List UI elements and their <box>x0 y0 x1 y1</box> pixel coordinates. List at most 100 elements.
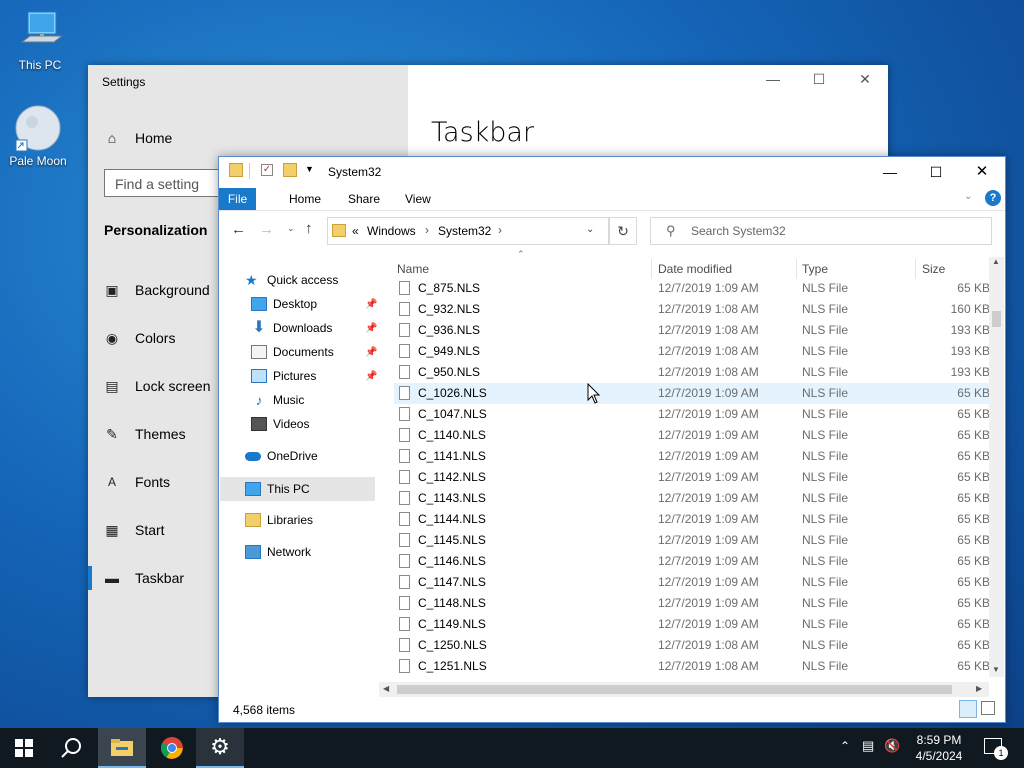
help-icon[interactable]: ? <box>985 190 1001 206</box>
nav-music[interactable]: ♪ Music <box>251 389 305 411</box>
breadcrumb-system32[interactable]: System32 <box>438 224 491 238</box>
search-button[interactable] <box>48 728 96 768</box>
pin-icon[interactable]: 📌 <box>365 347 377 358</box>
pin-icon[interactable]: 📌 <box>365 299 377 310</box>
expand-ribbon-chevron-icon[interactable]: ⌄ <box>964 191 972 202</box>
minimize-button[interactable]: — <box>867 159 913 185</box>
nav-quick-access[interactable]: ★ Quick access <box>245 269 338 291</box>
taskbar-chrome[interactable] <box>148 728 196 768</box>
desktop-icon-this-pc[interactable]: This PC <box>2 8 78 72</box>
column-size[interactable]: Size <box>922 259 945 279</box>
settings-item-background[interactable]: ▣ Background <box>104 278 209 302</box>
network-icon[interactable]: ▤ <box>862 738 874 754</box>
desktop-icon-pale-moon[interactable]: Pale Moon <box>0 104 76 168</box>
vertical-scrollbar-thumb[interactable] <box>992 311 1001 327</box>
pin-icon[interactable]: 📌 <box>365 323 377 334</box>
scroll-down-arrow-icon[interactable]: ▼ <box>992 665 1000 674</box>
table-row[interactable]: C_1141.NLS 12/7/2019 1:09 AM NLS File 65 KB <box>394 446 990 467</box>
nav-documents[interactable]: Documents <box>251 341 334 363</box>
new-folder-icon[interactable] <box>283 163 297 177</box>
horizontal-scrollbar-thumb[interactable] <box>397 685 952 694</box>
tab-home[interactable]: Home <box>279 188 331 210</box>
column-divider[interactable] <box>796 259 797 279</box>
scroll-left-arrow-icon[interactable]: ◀ <box>383 684 389 693</box>
start-button[interactable] <box>0 728 48 768</box>
quick-access-toolbar-dropdown[interactable]: ▼ <box>305 164 314 174</box>
settings-item-fonts[interactable]: A Fonts <box>104 470 170 494</box>
scroll-right-arrow-icon[interactable]: ▶ <box>976 684 982 693</box>
close-button[interactable]: ✕ <box>842 71 888 93</box>
nav-pictures[interactable]: Pictures <box>251 365 316 387</box>
nav-label: OneDrive <box>267 449 318 463</box>
forward-button[interactable]: → <box>259 221 274 238</box>
settings-item-themes[interactable]: ✎ Themes <box>104 422 185 446</box>
table-row[interactable]: C_1250.NLS 12/7/2019 1:08 AM NLS File 65 KB <box>394 635 990 656</box>
taskbar-settings[interactable]: ⚙ <box>196 728 244 768</box>
nav-this-pc[interactable]: This PC <box>245 478 310 500</box>
large-icons-view-button[interactable] <box>981 701 995 715</box>
table-row[interactable]: C_1142.NLS 12/7/2019 1:09 AM NLS File 65 KB <box>394 467 990 488</box>
table-row[interactable]: C_1145.NLS 12/7/2019 1:09 AM NLS File 65 KB <box>394 530 990 551</box>
table-row[interactable]: C_875.NLS 12/7/2019 1:09 AM NLS File 65 KB <box>394 278 990 299</box>
table-row[interactable]: C_949.NLS 12/7/2019 1:08 AM NLS File 193 KB <box>394 341 990 362</box>
nav-network[interactable]: Network <box>245 541 311 563</box>
file-explorer-window[interactable]: ✓ ▼ System32 — ☐ ✕ File Home Share View … <box>218 156 1006 723</box>
clock[interactable]: 8:59 PM 4/5/2024 <box>910 732 968 764</box>
column-divider[interactable] <box>651 259 652 279</box>
table-row[interactable]: C_1047.NLS 12/7/2019 1:09 AM NLS File 65 KB <box>394 404 990 425</box>
table-row[interactable]: C_1146.NLS 12/7/2019 1:09 AM NLS File 65 KB <box>394 551 990 572</box>
table-row[interactable]: C_1144.NLS 12/7/2019 1:09 AM NLS File 65 KB <box>394 509 990 530</box>
settings-item-colors[interactable]: ◉ Colors <box>104 326 176 350</box>
nav-onedrive[interactable]: OneDrive <box>245 445 318 467</box>
maximize-button[interactable]: ☐ <box>796 71 842 93</box>
tab-share[interactable]: Share <box>338 188 390 210</box>
maximize-button[interactable]: ☐ <box>913 159 959 185</box>
table-row[interactable]: C_932.NLS 12/7/2019 1:08 AM NLS File 160 KB <box>394 299 990 320</box>
nav-downloads[interactable]: ⬇ Downloads <box>251 317 332 339</box>
table-row[interactable]: C_1140.NLS 12/7/2019 1:09 AM NLS File 65 KB <box>394 425 990 446</box>
properties-icon[interactable]: ✓ <box>261 164 273 176</box>
column-name[interactable]: Name <box>397 259 429 279</box>
table-row[interactable]: C_1251.NLS 12/7/2019 1:08 AM NLS File 65 KB <box>394 656 990 677</box>
settings-item-taskbar[interactable]: ▬ Taskbar <box>104 566 184 590</box>
column-date-modified[interactable]: Date modified <box>658 259 732 279</box>
settings-item-lock-screen[interactable]: ▤ Lock screen <box>104 374 210 398</box>
settings-item-start[interactable]: ▦ Start <box>104 518 164 542</box>
column-type[interactable]: Type <box>802 259 828 279</box>
address-overflow[interactable]: « <box>352 224 359 238</box>
refresh-button[interactable]: ↻ <box>609 217 637 245</box>
address-bar[interactable]: « Windows › System32 › ⌄ <box>327 217 609 245</box>
breadcrumb-windows[interactable]: Windows <box>367 224 416 238</box>
nav-libraries[interactable]: Libraries <box>245 509 313 531</box>
table-row[interactable]: C_1143.NLS 12/7/2019 1:09 AM NLS File 65 KB <box>394 488 990 509</box>
file-type: NLS File <box>802 302 849 316</box>
column-divider[interactable] <box>915 259 916 279</box>
nav-desktop[interactable]: Desktop <box>251 293 317 315</box>
settings-home[interactable]: ⌂ Home <box>104 126 173 150</box>
show-hidden-icons-chevron-icon[interactable]: ⌃ <box>840 739 850 753</box>
taskbar-file-explorer[interactable] <box>98 728 146 768</box>
recent-locations-dropdown[interactable]: ⌄ <box>287 223 295 234</box>
chevron-right-icon[interactable]: › <box>498 223 502 237</box>
up-button[interactable]: ↑ <box>305 220 313 237</box>
nav-videos[interactable]: Videos <box>251 413 309 435</box>
file-icon <box>399 575 410 589</box>
chevron-right-icon[interactable]: › <box>425 223 429 237</box>
table-row[interactable]: C_950.NLS 12/7/2019 1:08 AM NLS File 193 KB <box>394 362 990 383</box>
scroll-up-arrow-icon[interactable]: ▲ <box>992 257 1000 266</box>
details-view-button[interactable] <box>959 700 977 718</box>
tab-file[interactable]: File <box>219 188 256 210</box>
close-button[interactable]: ✕ <box>959 159 1005 185</box>
search-input[interactable]: Search System32 <box>650 217 992 245</box>
volume-muted-icon[interactable]: 🔇 <box>884 738 900 754</box>
table-row[interactable]: C_1149.NLS 12/7/2019 1:09 AM NLS File 65 KB <box>394 614 990 635</box>
table-row[interactable]: C_1147.NLS 12/7/2019 1:09 AM NLS File 65 KB <box>394 572 990 593</box>
table-row[interactable]: C_936.NLS 12/7/2019 1:08 AM NLS File 193 KB <box>394 320 990 341</box>
table-row[interactable]: C_1026.NLS 12/7/2019 1:09 AM NLS File 65 KB <box>394 383 990 404</box>
address-dropdown-chevron-icon[interactable]: ⌄ <box>586 224 594 235</box>
tab-view[interactable]: View <box>395 188 441 210</box>
minimize-button[interactable]: — <box>750 71 796 93</box>
pin-icon[interactable]: 📌 <box>365 371 377 382</box>
back-button[interactable]: ← <box>231 221 246 238</box>
table-row[interactable]: C_1148.NLS 12/7/2019 1:09 AM NLS File 65 KB <box>394 593 990 614</box>
